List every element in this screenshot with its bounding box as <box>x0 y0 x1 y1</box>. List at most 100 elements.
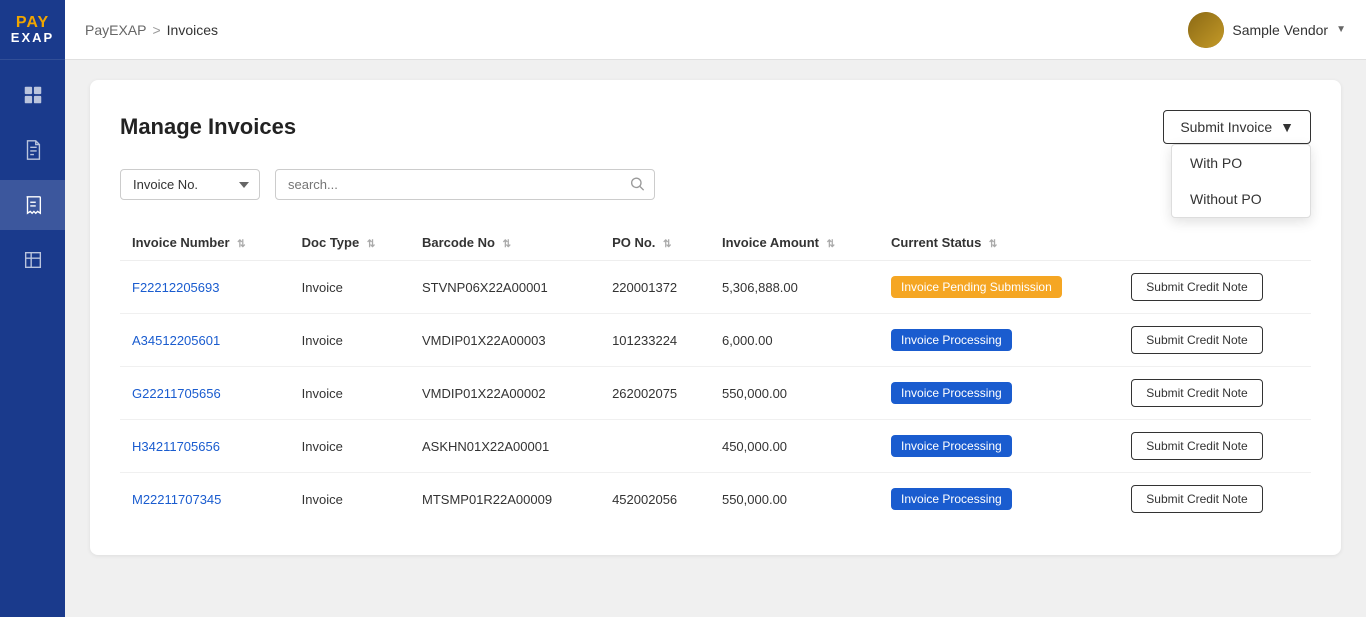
table-row: M22211707345 Invoice MTSMP01R22A00009 45… <box>120 473 1311 526</box>
invoice-number-link[interactable]: A34512205601 <box>132 333 220 348</box>
submit-credit-note-button[interactable]: Submit Credit Note <box>1131 326 1262 354</box>
cell-current-status: Invoice Processing <box>879 420 1119 473</box>
cell-current-status: Invoice Processing <box>879 473 1119 526</box>
main-wrapper: PayEXAP > Invoices Sample Vendor ▼ Manag… <box>65 0 1366 617</box>
status-badge: Invoice Processing <box>891 488 1012 510</box>
cell-action: Submit Credit Note <box>1119 473 1311 526</box>
cell-po-no: 220001372 <box>600 261 710 314</box>
cell-barcode-no: MTSMP01R22A00009 <box>410 473 600 526</box>
cell-current-status: Invoice Processing <box>879 314 1119 367</box>
cell-invoice-number: A34512205601 <box>120 314 290 367</box>
sort-icon-barcode-no: ⇅ <box>503 239 511 250</box>
cell-po-no: 262002075 <box>600 367 710 420</box>
page-title: Manage Invoices <box>120 114 296 140</box>
status-badge: Invoice Processing <box>891 435 1012 457</box>
submit-invoice-arrow: ▼ <box>1280 119 1294 135</box>
sidebar-item-documents[interactable] <box>0 125 65 175</box>
top-header: PayEXAP > Invoices Sample Vendor ▼ <box>65 0 1366 60</box>
cell-invoice-number: M22211707345 <box>120 473 290 526</box>
col-po-no[interactable]: PO No. ⇅ <box>600 225 710 261</box>
cell-current-status: Invoice Pending Submission <box>879 261 1119 314</box>
sort-icon-po-no: ⇅ <box>663 239 671 250</box>
cell-doc-type: Invoice <box>290 473 410 526</box>
table-body: F22212205693 Invoice STVNP06X22A00001 22… <box>120 261 1311 526</box>
cell-invoice-amount: 550,000.00 <box>710 473 879 526</box>
table-row: F22212205693 Invoice STVNP06X22A00001 22… <box>120 261 1311 314</box>
cell-doc-type: Invoice <box>290 367 410 420</box>
status-badge: Invoice Pending Submission <box>891 276 1062 298</box>
cell-invoice-number: H34211705656 <box>120 420 290 473</box>
cell-invoice-amount: 6,000.00 <box>710 314 879 367</box>
table-row: G22211705656 Invoice VMDIP01X22A00002 26… <box>120 367 1311 420</box>
cell-action: Submit Credit Note <box>1119 367 1311 420</box>
status-badge: Invoice Processing <box>891 329 1012 351</box>
filter-row: Invoice No. Doc Type Barcode No PO No. <box>120 169 1311 200</box>
table-row: A34512205601 Invoice VMDIP01X22A00003 10… <box>120 314 1311 367</box>
breadcrumb-home[interactable]: PayEXAP <box>85 22 146 38</box>
submit-invoice-wrapper: Submit Invoice ▼ With PO Without PO <box>1163 110 1311 144</box>
cell-current-status: Invoice Processing <box>879 367 1119 420</box>
submit-credit-note-button[interactable]: Submit Credit Note <box>1131 273 1262 301</box>
sidebar-item-reports[interactable] <box>0 235 65 285</box>
logo: PAY EXAP <box>0 0 65 60</box>
sidebar-item-invoices[interactable] <box>0 180 65 230</box>
dropdown-item-with-po[interactable]: With PO <box>1172 145 1310 181</box>
invoice-icon <box>22 194 44 216</box>
invoice-number-link[interactable]: H34211705656 <box>132 439 220 454</box>
col-barcode-no[interactable]: Barcode No ⇅ <box>410 225 600 261</box>
submit-invoice-label: Submit Invoice <box>1180 119 1272 135</box>
submit-invoice-dropdown: With PO Without PO <box>1171 144 1311 218</box>
cell-invoice-number: F22212205693 <box>120 261 290 314</box>
invoice-number-link[interactable]: M22211707345 <box>132 492 221 507</box>
table-header: Invoice Number ⇅ Doc Type ⇅ Barcode No ⇅… <box>120 225 1311 261</box>
cell-barcode-no: VMDIP01X22A00003 <box>410 314 600 367</box>
breadcrumb: PayEXAP > Invoices <box>85 22 218 38</box>
col-current-status[interactable]: Current Status ⇅ <box>879 225 1119 261</box>
sort-icon-current-status: ⇅ <box>989 239 997 250</box>
user-info[interactable]: Sample Vendor ▼ <box>1188 12 1346 48</box>
col-action <box>1119 225 1311 261</box>
search-icon <box>629 175 645 194</box>
cell-doc-type: Invoice <box>290 420 410 473</box>
breadcrumb-current: Invoices <box>167 22 218 38</box>
search-input[interactable] <box>275 169 655 200</box>
cell-action: Submit Credit Note <box>1119 314 1311 367</box>
cell-barcode-no: ASKHN01X22A00001 <box>410 420 600 473</box>
sort-icon-doc-type: ⇅ <box>367 239 375 250</box>
status-badge: Invoice Processing <box>891 382 1012 404</box>
sort-icon-invoice-number: ⇅ <box>237 239 245 250</box>
cell-barcode-no: STVNP06X22A00001 <box>410 261 600 314</box>
cell-doc-type: Invoice <box>290 261 410 314</box>
search-wrapper <box>275 169 655 200</box>
user-name: Sample Vendor <box>1232 22 1328 38</box>
submit-credit-note-button[interactable]: Submit Credit Note <box>1131 485 1262 513</box>
avatar <box>1188 12 1224 48</box>
sort-icon-invoice-amount: ⇅ <box>827 239 835 250</box>
sidebar-nav <box>0 60 65 285</box>
dropdown-item-without-po[interactable]: Without PO <box>1172 181 1310 217</box>
user-dropdown-arrow: ▼ <box>1336 24 1346 35</box>
grid-icon <box>22 84 44 106</box>
filter-select[interactable]: Invoice No. Doc Type Barcode No PO No. <box>120 169 260 200</box>
invoice-number-link[interactable]: G22211705656 <box>132 386 221 401</box>
content-area: Manage Invoices Submit Invoice ▼ With PO… <box>65 60 1366 617</box>
breadcrumb-separator: > <box>152 22 160 38</box>
col-invoice-amount[interactable]: Invoice Amount ⇅ <box>710 225 879 261</box>
col-invoice-number[interactable]: Invoice Number ⇅ <box>120 225 290 261</box>
invoice-table: Invoice Number ⇅ Doc Type ⇅ Barcode No ⇅… <box>120 225 1311 525</box>
invoice-number-link[interactable]: F22212205693 <box>132 280 219 295</box>
submit-credit-note-button[interactable]: Submit Credit Note <box>1131 379 1262 407</box>
sidebar: PAY EXAP <box>0 0 65 617</box>
sidebar-item-dashboard[interactable] <box>0 70 65 120</box>
col-doc-type[interactable]: Doc Type ⇅ <box>290 225 410 261</box>
report-icon <box>22 249 44 271</box>
avatar-image <box>1188 12 1224 48</box>
cell-invoice-amount: 450,000.00 <box>710 420 879 473</box>
submit-credit-note-button[interactable]: Submit Credit Note <box>1131 432 1262 460</box>
cell-invoice-number: G22211705656 <box>120 367 290 420</box>
cell-action: Submit Credit Note <box>1119 261 1311 314</box>
cell-po-no: 452002056 <box>600 473 710 526</box>
submit-invoice-button[interactable]: Submit Invoice ▼ <box>1163 110 1311 144</box>
page-title-row: Manage Invoices Submit Invoice ▼ With PO… <box>120 110 1311 144</box>
cell-invoice-amount: 5,306,888.00 <box>710 261 879 314</box>
